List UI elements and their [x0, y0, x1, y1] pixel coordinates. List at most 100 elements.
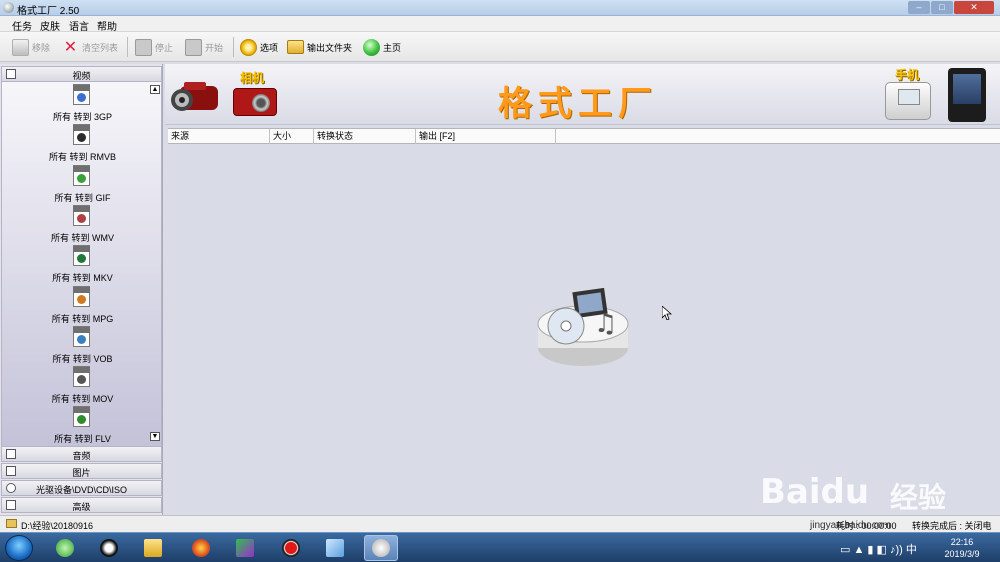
- system-tray[interactable]: ▭ ▲ ▮ ◧ ♪)) 中: [840, 541, 917, 557]
- baidu-watermark: Baidu 经验 jingyan.baidu.com: [760, 458, 1000, 531]
- taskbar-app-360[interactable]: [48, 535, 82, 561]
- start-button[interactable]: 开始: [185, 37, 223, 57]
- svg-text:♫: ♫: [594, 309, 617, 339]
- clear-icon: ✕: [63, 38, 78, 56]
- start-icon: [185, 38, 202, 56]
- gear-icon: [240, 38, 257, 56]
- menu-bar: 任务 皮肤 语言 帮助: [0, 16, 1000, 33]
- tool-icon: [326, 539, 344, 557]
- taskbar-app-format-factory[interactable]: [364, 535, 398, 561]
- section-audio[interactable]: 音频: [1, 446, 162, 462]
- app-logo-text: 格式工厂: [498, 84, 658, 124]
- format-item-label: 所有 转到 MKV: [52, 273, 113, 284]
- format-item-label: 所有 转到 MPG: [51, 313, 114, 324]
- globe-icon: [363, 38, 380, 56]
- gif-format-icon: [73, 164, 90, 186]
- clock[interactable]: 22:16 2019/3/9: [930, 536, 994, 560]
- toolbar: 移除 ✕ 清空列表 停止 开始 选项 输出文件夹 主页: [0, 32, 1000, 62]
- camera-label: 相机: [240, 71, 265, 85]
- player-icon: [236, 539, 254, 557]
- section-video[interactable]: 视频: [1, 66, 162, 82]
- watermark-site: jingyan.baidu.com: [810, 520, 891, 531]
- section-rom-device[interactable]: 光驱设备\DVD\CD\ISO: [1, 480, 162, 496]
- menu-skin[interactable]: 皮肤: [40, 18, 60, 33]
- format-item-label: 所有 转到 3GP: [52, 112, 112, 122]
- format-item-vob[interactable]: 所有 转到 VOB: [2, 325, 163, 366]
- taskbar-app-recorder[interactable]: [274, 535, 308, 561]
- taskbar-app-tool[interactable]: [318, 535, 352, 561]
- format-item-label: 所有 转到 FLV: [54, 434, 111, 445]
- camera-icon[interactable]: [233, 88, 277, 116]
- menu-task[interactable]: 任务: [12, 18, 32, 33]
- column-size[interactable]: 大小: [270, 129, 314, 144]
- mkv-format-icon: [73, 245, 90, 267]
- mpg-format-icon: [73, 285, 90, 307]
- vob-format-icon: [73, 325, 90, 347]
- firefox-icon: [192, 539, 210, 557]
- format-item-mpg[interactable]: 所有 转到 MPG: [2, 285, 163, 326]
- maximize-button[interactable]: □: [931, 1, 953, 14]
- format-item-label: 所有 转到 WMV: [51, 232, 114, 243]
- stop-icon: [135, 38, 152, 56]
- output-folder-button[interactable]: 输出文件夹: [287, 37, 352, 57]
- format-factory-icon: [372, 539, 390, 557]
- stop-button[interactable]: 停止: [135, 37, 173, 57]
- home-button[interactable]: 主页: [363, 37, 401, 57]
- remove-button[interactable]: 移除: [12, 37, 50, 57]
- taskbar-app-explorer[interactable]: [136, 535, 170, 561]
- output-path[interactable]: D:\经验\20180916: [21, 519, 93, 532]
- rmvb-format-icon: [73, 124, 90, 146]
- format-item-label: 所有 转到 GIF: [54, 192, 111, 203]
- column-source[interactable]: 来源: [168, 129, 270, 144]
- 3gp-format-icon: [73, 84, 90, 105]
- format-item-label: 所有 转到 RMVB: [48, 152, 116, 163]
- qq-icon: [100, 539, 118, 557]
- pda-phone-icon[interactable]: [885, 82, 931, 120]
- taskbar-app-qq[interactable]: [92, 535, 126, 561]
- watermark-brand: Baidu: [760, 472, 870, 512]
- start-button[interactable]: [5, 535, 33, 561]
- section-picture[interactable]: 图片: [1, 463, 162, 479]
- sidebar: 视频 ▲ ▼ 所有 转到 3GP 所有 转到 RMVB 所有 转到 GIF 所有 转到…: [0, 64, 163, 515]
- file-list-header: 来源 大小 转换状态 输出 [F2]: [168, 128, 1000, 144]
- format-item-label: 所有 转到 MOV: [51, 394, 114, 405]
- format-item-rmvb[interactable]: 所有 转到 RMVB: [2, 124, 163, 164]
- remove-icon: [12, 38, 29, 56]
- clock-time: 22:16: [950, 537, 974, 547]
- clear-list-button[interactable]: ✕ 清空列表: [62, 37, 118, 57]
- folder-icon: [6, 519, 17, 528]
- camcorder-icon[interactable]: [170, 78, 226, 116]
- format-item-mkv[interactable]: 所有 转到 MKV: [2, 245, 163, 285]
- flv-format-icon: [73, 406, 90, 428]
- column-output[interactable]: 输出 [F2]: [416, 129, 556, 144]
- app-360-icon: [56, 539, 74, 557]
- menu-language[interactable]: 语言: [69, 18, 89, 33]
- menu-help[interactable]: 帮助: [97, 18, 117, 33]
- format-item-3gp[interactable]: 所有 转到 3GP: [2, 84, 163, 124]
- window-title: 格式工厂 2.50: [17, 6, 80, 17]
- format-item-wmv[interactable]: 所有 转到 WMV: [2, 204, 163, 245]
- banner: 相机 格式工厂 手机: [165, 64, 1000, 125]
- minimize-button[interactable]: –: [908, 1, 930, 14]
- format-factory-logo-icon: ♫: [537, 287, 629, 366]
- app-icon: [3, 2, 14, 13]
- folder-icon: [144, 539, 162, 557]
- clock-date: 2019/3/9: [944, 549, 980, 559]
- options-button[interactable]: 选项: [240, 37, 278, 57]
- section-advanced[interactable]: 高级: [1, 497, 162, 513]
- wmv-format-icon: [73, 204, 90, 226]
- phone-label: 手机: [895, 68, 920, 82]
- taskbar: ▭ ▲ ▮ ◧ ♪)) 中 22:16 2019/3/9: [0, 532, 1000, 562]
- mov-format-icon: [73, 366, 90, 388]
- format-item-flv[interactable]: 所有 转到 FLV: [2, 406, 163, 446]
- taskbar-app-player[interactable]: [228, 535, 262, 561]
- smartphone-icon[interactable]: [948, 68, 986, 122]
- taskbar-app-firefox[interactable]: [184, 535, 218, 561]
- format-item-gif[interactable]: 所有 转到 GIF: [2, 164, 163, 205]
- column-status[interactable]: 转换状态: [314, 129, 416, 144]
- watermark-product: 经验: [890, 482, 947, 513]
- close-button[interactable]: ✕: [954, 1, 994, 14]
- format-item-mov[interactable]: 所有 转到 MOV: [2, 366, 163, 406]
- mouse-cursor-icon: [662, 306, 672, 320]
- record-icon: [282, 539, 300, 557]
